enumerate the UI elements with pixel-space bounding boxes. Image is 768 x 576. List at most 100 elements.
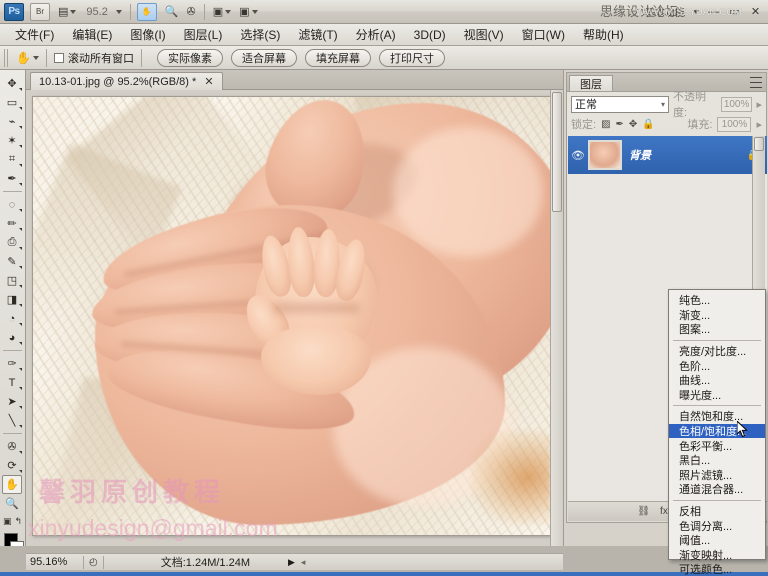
menu-item-gradient-map[interactable]: 渐变映射...: [669, 548, 765, 563]
opacity-stepper-icon[interactable]: ▸: [756, 98, 762, 111]
path-selection-tool[interactable]: ➤: [0, 392, 24, 411]
zoom-dropdown[interactable]: [116, 2, 122, 22]
menu-item-pattern[interactable]: 图案...: [669, 322, 765, 337]
fill-input[interactable]: 100%: [717, 117, 751, 132]
close-button[interactable]: ✕: [749, 5, 762, 18]
lock-row: 锁定: ▨ ✒ ✥ 🔒 填充: 100% ▸: [567, 114, 766, 134]
crop-tool[interactable]: ⌗: [0, 150, 24, 169]
menu-filter[interactable]: 滤镜(T): [289, 24, 346, 45]
eraser-tool[interactable]: ◳: [0, 271, 24, 290]
bridge-button[interactable]: Br: [30, 3, 50, 21]
document-vertical-scrollbar[interactable]: [550, 90, 563, 546]
fill-stepper-icon[interactable]: ▸: [756, 118, 762, 131]
history-brush-tool[interactable]: ✎: [0, 252, 24, 271]
scrollbar-thumb[interactable]: [754, 137, 764, 151]
menu-item-threshold[interactable]: 阈值...: [669, 533, 765, 548]
lasso-tool[interactable]: ⌁: [0, 112, 24, 131]
fit-screen-button[interactable]: 适合屏幕: [231, 49, 297, 67]
arrange-documents-button[interactable]: ▣: [213, 2, 231, 22]
hand-tool[interactable]: ✋: [2, 475, 22, 494]
view-extras-button[interactable]: ▤: [58, 2, 76, 22]
status-expand-icon[interactable]: ▶: [288, 557, 295, 568]
opacity-input[interactable]: 100%: [721, 97, 753, 112]
options-bar-grip[interactable]: [4, 49, 10, 67]
menu-item-hue-saturation[interactable]: 色相/饱和度...: [669, 424, 765, 439]
blend-mode-select[interactable]: 正常 ▾: [571, 96, 669, 113]
tab-layers[interactable]: 图层: [569, 75, 613, 92]
layer-name[interactable]: 背景: [629, 147, 651, 163]
brush-tool[interactable]: ✏: [0, 214, 24, 233]
scrollbar-thumb[interactable]: [552, 92, 562, 212]
brush-lock-icon[interactable]: ✒: [616, 119, 624, 130]
zoom-tool[interactable]: 🔍: [0, 494, 24, 513]
scroll-all-windows-checkbox[interactable]: [54, 53, 64, 63]
eyedropper-tool[interactable]: ✒: [0, 169, 24, 188]
menu-item-gradient[interactable]: 渐变...: [669, 308, 765, 323]
zoom-tool-button[interactable]: 🔍: [165, 2, 179, 22]
hand-tool-button[interactable]: ✋: [137, 3, 157, 21]
blur-tool[interactable]: ◔: [0, 309, 24, 328]
menu-item-selective-color[interactable]: 可选颜色...: [669, 562, 765, 576]
3d-orbit-tool[interactable]: ⟳: [0, 456, 24, 475]
menu-view[interactable]: 视图(V): [455, 24, 513, 45]
actual-pixels-button[interactable]: 实际像素: [157, 49, 223, 67]
magic-wand-tool[interactable]: ✶: [0, 131, 24, 150]
link-layers-icon[interactable]: ⛓: [637, 506, 650, 517]
menu-image[interactable]: 图像(I): [121, 24, 174, 45]
eye-icon[interactable]: 👁: [568, 149, 588, 162]
menu-select[interactable]: 选择(S): [231, 24, 289, 45]
toolbox: ✥ ▭ ⌁ ✶ ⌗ ✒ ◌ ✏ ⎙ ✎ ◳ ◨ ◔ ◕ ✑ T ➤ ╲ ✇ ⟳ …: [0, 70, 26, 546]
rotate-view-tool-button[interactable]: ✇: [187, 2, 196, 22]
line-shape-tool[interactable]: ╲: [0, 411, 24, 430]
gradient-tool[interactable]: ◨: [0, 290, 24, 309]
menu-item-solid-color[interactable]: 纯色...: [669, 293, 765, 308]
chevron-down-icon: [116, 10, 122, 14]
menu-item-exposure[interactable]: 曝光度...: [669, 388, 765, 403]
menu-window[interactable]: 窗口(W): [513, 24, 574, 45]
position-lock-icon[interactable]: ✥: [629, 119, 637, 130]
chevron-down-icon[interactable]: [33, 56, 39, 60]
menu-layer[interactable]: 图层(L): [175, 24, 232, 45]
menu-3d[interactable]: 3D(D): [405, 26, 455, 44]
menu-item-curves[interactable]: 曲线...: [669, 373, 765, 388]
type-tool[interactable]: T: [0, 373, 24, 392]
screen-mode-icon[interactable]: ▣: [3, 516, 12, 527]
panel-menu-icon[interactable]: [750, 77, 762, 88]
print-size-button[interactable]: 打印尺寸: [379, 49, 445, 67]
image-canvas[interactable]: 馨羽原创教程: [32, 96, 552, 536]
menu-item-vibrance[interactable]: 自然饱和度...: [669, 409, 765, 424]
menu-file[interactable]: 文件(F): [6, 24, 63, 45]
fill-screen-button[interactable]: 填充屏幕: [305, 49, 371, 67]
table-row[interactable]: 👁 背景 🔒: [568, 136, 767, 174]
all-lock-icon[interactable]: 🔒: [642, 119, 654, 130]
layer-style-icon[interactable]: fx: [660, 506, 668, 517]
mouse-cursor: [737, 421, 749, 438]
status-resize-grip[interactable]: ◂: [301, 557, 306, 568]
photoshop-logo-icon[interactable]: Ps: [4, 3, 24, 21]
close-icon[interactable]: ✕: [204, 75, 213, 88]
menu-analysis[interactable]: 分析(A): [347, 24, 405, 45]
dodge-tool[interactable]: ◕: [0, 328, 24, 347]
menu-edit[interactable]: 编辑(E): [63, 24, 121, 45]
clone-stamp-tool[interactable]: ⎙: [0, 233, 24, 252]
status-zoom-value[interactable]: 95.16%: [26, 556, 78, 568]
menu-item-brightness-contrast[interactable]: 亮度/对比度...: [669, 344, 765, 359]
healing-brush-tool[interactable]: ◌: [0, 195, 24, 214]
transparency-lock-icon[interactable]: ▨: [601, 119, 610, 130]
menu-item-black-white[interactable]: 黑白...: [669, 453, 765, 468]
menu-item-channel-mixer[interactable]: 通道混合器...: [669, 482, 765, 497]
menu-help[interactable]: 帮助(H): [574, 24, 633, 45]
rotate-view-tool[interactable]: ✇: [0, 437, 24, 456]
pen-tool[interactable]: ✑: [0, 354, 24, 373]
zoom-level-value[interactable]: 95.2: [86, 6, 107, 18]
menu-item-levels[interactable]: 色阶...: [669, 358, 765, 373]
menu-item-posterize[interactable]: 色调分离...: [669, 518, 765, 533]
move-tool[interactable]: ✥: [0, 74, 24, 93]
undo-icon[interactable]: ↰: [14, 516, 22, 527]
menu-item-invert[interactable]: 反相: [669, 504, 765, 519]
menu-item-color-balance[interactable]: 色彩平衡...: [669, 438, 765, 453]
screen-mode-button[interactable]: ▣: [239, 2, 257, 22]
menu-item-photo-filter[interactable]: 照片滤镜...: [669, 468, 765, 483]
document-tab[interactable]: 10.13-01.jpg @ 95.2%(RGB/8) * ✕: [30, 72, 223, 90]
marquee-tool[interactable]: ▭: [0, 93, 24, 112]
